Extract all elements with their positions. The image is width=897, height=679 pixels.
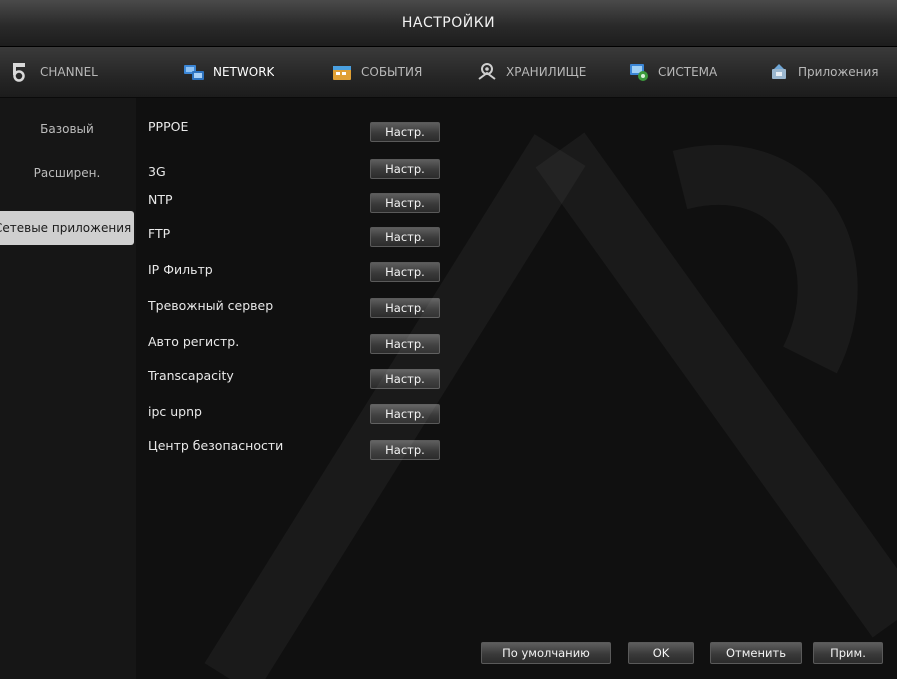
channel-icon xyxy=(13,63,25,82)
sidebar-item-label: Сетевые приложения xyxy=(0,221,132,235)
transcapacity-label: Transcapacity xyxy=(148,368,234,383)
ok-button[interactable]: OK xyxy=(628,642,694,664)
pppoe-label: PPPOE xyxy=(148,119,189,134)
network-icon xyxy=(184,65,204,80)
tab-system[interactable]: СИСТЕМА xyxy=(628,47,717,97)
tab-label: NETWORK xyxy=(213,65,275,79)
tab-label: СИСТЕМА xyxy=(658,65,718,79)
tab-label: ХРАНИЛИЩЕ xyxy=(506,65,587,79)
sidebar: Базовый Расширен. Сетевые приложения xyxy=(0,98,136,679)
security-center-label: Центр безопасности xyxy=(148,438,284,453)
default-button[interactable]: По умолчанию xyxy=(481,642,611,664)
sidebar-item-network-apps[interactable]: Сетевые приложения xyxy=(0,211,134,245)
cancel-button[interactable]: Отменить xyxy=(710,642,802,664)
system-icon xyxy=(630,64,648,81)
pppoe-settings-button[interactable]: Настр. xyxy=(370,122,440,142)
tab-network[interactable]: NETWORK xyxy=(183,47,274,97)
tab-bar: CHANNEL NETWORK СОБЫТИЯ ХРАНИЛИЩЕ СИСТЕМ… xyxy=(0,47,897,98)
tab-label: CHANNEL xyxy=(40,65,98,79)
settings-window: НАСТРОЙКИ CHANNEL NETWORK СОБЫТИЯ ХРАНИЛ… xyxy=(0,0,897,679)
auto-register-settings-button[interactable]: Настр. xyxy=(370,334,440,354)
ftp-label: FTP xyxy=(148,226,171,241)
apply-button[interactable]: Прим. xyxy=(813,642,883,664)
events-icon xyxy=(333,66,351,80)
ipc-upnp-label: ipc upnp xyxy=(148,404,202,419)
auto-register-label: Авто регистр. xyxy=(148,334,240,349)
title-bar: НАСТРОЙКИ xyxy=(0,0,897,47)
network-apps-panel: PPPOE Настр. 3G Настр. NTP Настр. FTP На… xyxy=(136,98,897,679)
ipc-upnp-settings-button[interactable]: Настр. xyxy=(370,404,440,424)
transcapacity-settings-button[interactable]: Настр. xyxy=(370,369,440,389)
sidebar-item-basic[interactable]: Базовый xyxy=(0,112,134,146)
tab-events[interactable]: СОБЫТИЯ xyxy=(331,47,422,97)
sidebar-item-label: Расширен. xyxy=(33,166,101,180)
sidebar-item-advanced[interactable]: Расширен. xyxy=(0,156,134,190)
ntp-settings-button[interactable]: Настр. xyxy=(370,193,440,213)
tab-channel[interactable]: CHANNEL xyxy=(10,47,98,97)
sidebar-item-label: Базовый xyxy=(40,122,94,136)
storage-icon xyxy=(478,63,496,80)
ip-filter-label: IP Фильтр xyxy=(148,262,213,277)
tab-label: СОБЫТИЯ xyxy=(361,65,423,79)
tab-apps[interactable]: Приложения xyxy=(768,47,897,97)
window-title: НАСТРОЙКИ xyxy=(401,15,496,31)
alarm-server-settings-button[interactable]: Настр. xyxy=(370,298,440,318)
tab-storage[interactable]: ХРАНИЛИЩЕ xyxy=(476,47,586,97)
tab-label: Приложения xyxy=(798,65,879,79)
ftp-settings-button[interactable]: Настр. xyxy=(370,227,440,247)
alarm-server-label: Тревожный сервер xyxy=(148,298,274,313)
ntp-label: NTP xyxy=(148,192,173,207)
security-center-settings-button[interactable]: Настр. xyxy=(370,440,440,460)
apps-icon xyxy=(772,64,786,79)
ip-filter-settings-button[interactable]: Настр. xyxy=(370,262,440,282)
3g-label: 3G xyxy=(148,164,166,179)
3g-settings-button[interactable]: Настр. xyxy=(370,159,440,179)
